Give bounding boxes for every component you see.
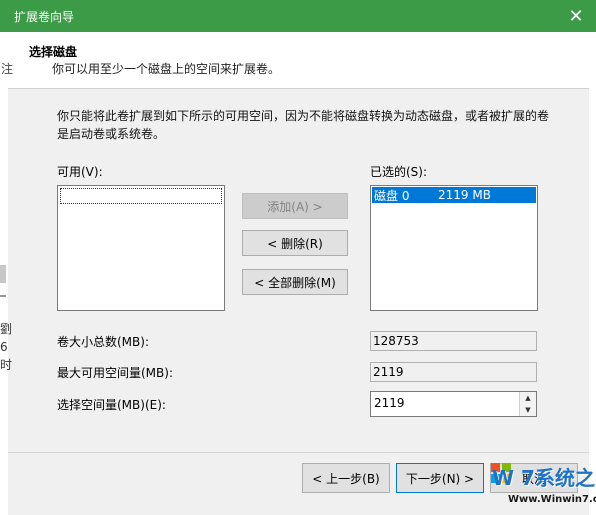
back-button[interactable]: < 上一步(B) xyxy=(302,463,390,493)
list-item[interactable]: 磁盘 0 2119 MB xyxy=(372,187,536,203)
select-amount-value: 2119 xyxy=(374,396,405,410)
background-scroll-edge xyxy=(0,265,6,283)
select-amount-stepper[interactable]: 2119 ▲ ▼ xyxy=(370,391,537,417)
close-icon[interactable]: ✕ xyxy=(556,0,596,32)
disk-name: 磁盘 0 xyxy=(374,188,410,203)
site-watermark: W 7系统之家 Www.Winwin7.com xyxy=(488,458,596,510)
max-available-field: 2119 xyxy=(370,362,537,382)
remove-button[interactable]: < 删除(R) xyxy=(242,230,348,256)
title-bar: 扩展卷向导 ✕ xyxy=(0,0,596,32)
background-divider xyxy=(0,295,6,297)
chevron-down-icon[interactable]: ▼ xyxy=(520,404,536,416)
watermark-brand: W 7系统之家 xyxy=(492,466,596,490)
select-amount-label: 选择空间量(MB)(E): xyxy=(57,398,166,412)
selected-disks-list[interactable]: 磁盘 0 2119 MB xyxy=(370,185,538,311)
remove-all-button[interactable]: < 全部删除(M) xyxy=(242,269,348,295)
description-text: 你只能将此卷扩展到如下所示的可用空间，因为不能将磁盘转换为动态磁盘，或者被扩展的… xyxy=(57,109,550,141)
available-disks-list[interactable] xyxy=(57,185,225,311)
stepper-arrows: ▲ ▼ xyxy=(519,392,536,416)
background-edge-char: 注 xyxy=(1,62,14,76)
window-title: 扩展卷向导 xyxy=(14,10,75,24)
wizard-header: 选择磁盘 你可以用至少一个磁盘上的空间来扩展卷。 注 xyxy=(0,32,596,88)
page-title: 选择磁盘 xyxy=(29,45,78,59)
next-button[interactable]: 下一步(N) > xyxy=(396,463,484,493)
total-size-label: 卷大小总数(MB): xyxy=(57,335,149,349)
max-available-label: 最大可用空间量(MB): xyxy=(57,366,173,380)
available-label: 可用(V): xyxy=(57,165,103,179)
selected-label: 已选的(S): xyxy=(370,165,428,179)
disk-size: 2119 MB xyxy=(438,188,491,202)
page-subtitle: 你可以用至少一个磁盘上的空间来扩展卷。 xyxy=(52,62,281,76)
add-button[interactable]: 添加(A) > xyxy=(242,193,348,219)
focus-indicator xyxy=(60,188,222,204)
background-edge-text: 劉 6 时 xyxy=(0,322,13,372)
total-size-field: 128753 xyxy=(370,331,537,351)
watermark-url: Www.Winwin7.com xyxy=(508,494,596,505)
